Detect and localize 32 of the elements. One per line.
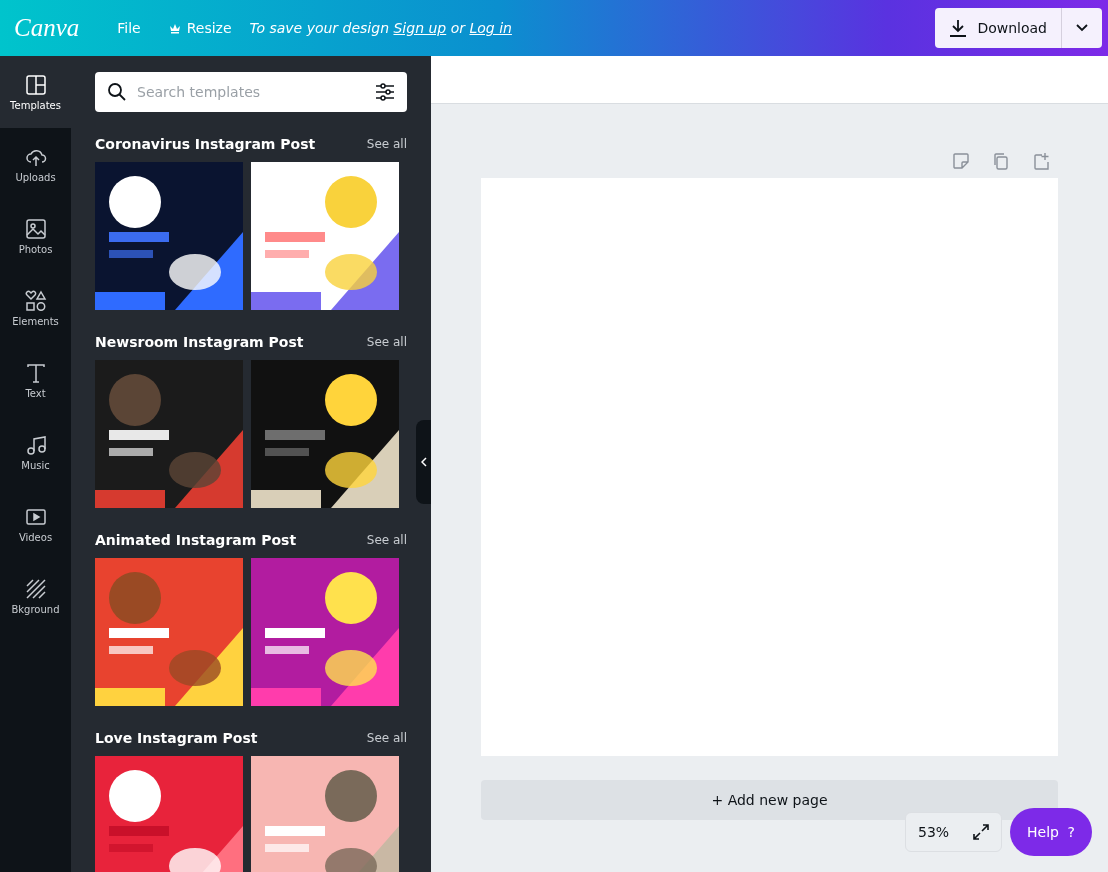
image-icon <box>24 217 47 240</box>
see-all-link[interactable]: See all <box>366 533 407 547</box>
text-icon <box>24 361 47 384</box>
expand-icon[interactable] <box>973 824 990 840</box>
crown-icon <box>168 22 181 34</box>
filter-icon[interactable] <box>375 82 395 102</box>
section-title: Animated Instagram Post <box>95 532 297 548</box>
see-all-link[interactable]: See all <box>366 137 407 151</box>
search-field[interactable]: Search templates <box>95 72 407 112</box>
zoom-level[interactable]: 53% <box>917 824 950 840</box>
download-button[interactable]: Download <box>935 8 1062 48</box>
section-title: Coronavirus Instagram Post <box>95 136 316 152</box>
rail-item[interactable]: Templates <box>0 56 71 128</box>
section-title: Love Instagram Post <box>95 730 258 746</box>
section-title: Newsroom Instagram Post <box>95 334 304 350</box>
caret-icon <box>1076 24 1088 32</box>
see-all-link[interactable]: See all <box>366 731 407 745</box>
chevron-left-icon <box>421 457 427 467</box>
save-prompt: To save your design Sign up or Log in <box>249 20 512 36</box>
download-icon <box>949 19 968 37</box>
layout-icon <box>24 73 47 96</box>
music-note-icon <box>24 433 47 456</box>
stripes-icon <box>24 577 47 600</box>
help-button[interactable]: Help ? <box>1010 808 1092 856</box>
see-all-link[interactable]: See all <box>366 335 407 349</box>
search-icon <box>107 82 127 102</box>
note-icon[interactable] <box>952 152 970 170</box>
shapes-icon <box>24 289 47 312</box>
log-in-link[interactable]: Log in <box>469 20 512 36</box>
add-page-icon[interactable] <box>1032 152 1050 170</box>
collapse-handle[interactable] <box>416 420 431 504</box>
add-page-button[interactable]: + Add new page <box>481 780 1058 820</box>
